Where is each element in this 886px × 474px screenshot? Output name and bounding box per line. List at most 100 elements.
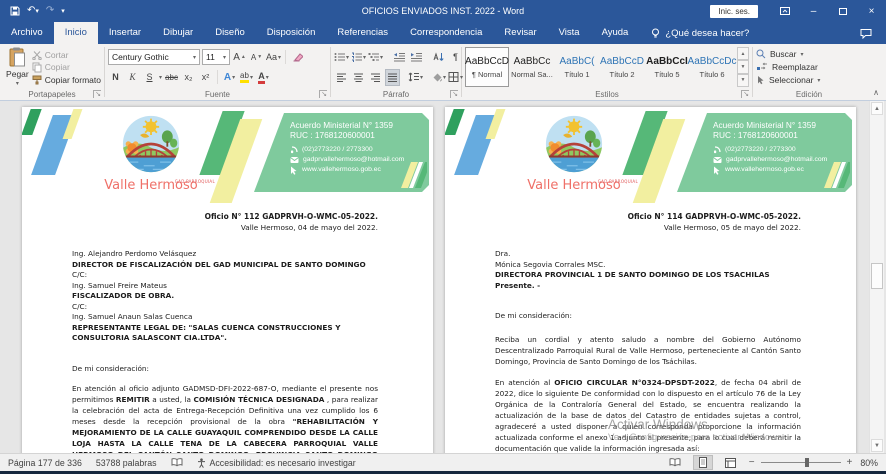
acuerdo-line: Acuerdo Ministerial N° 1359 — [290, 120, 423, 130]
indent-icon — [410, 52, 422, 62]
undo-icon[interactable]: ↶▾ — [27, 6, 39, 16]
multilevel-list-button[interactable]: ▾ — [368, 49, 383, 66]
format-painter-icon — [32, 75, 42, 85]
redo-icon[interactable]: ↷ — [46, 6, 54, 16]
ribbon-tab[interactable]: Diseño — [204, 22, 256, 44]
format-painter-button[interactable]: Copiar formato — [32, 75, 101, 85]
change-case-button[interactable]: Aa▾ — [266, 49, 281, 66]
document-page-left[interactable]: Valle HermosoGAD PARROQUIAL Acuerdo Mini… — [22, 107, 433, 453]
ribbon-tab[interactable]: Insertar — [98, 22, 152, 44]
close-button[interactable]: × — [857, 0, 886, 22]
font-size-combo[interactable]: 11▾ — [202, 49, 230, 65]
zoom-slider[interactable] — [761, 462, 841, 463]
word-count-status[interactable]: 53788 palabras — [96, 458, 157, 468]
select-button[interactable]: Seleccionar▾ — [756, 75, 862, 85]
ribbon-tab[interactable]: Referencias — [326, 22, 399, 44]
page-number-status[interactable]: Página 177 de 336 — [8, 458, 82, 468]
align-left-button[interactable] — [334, 69, 349, 86]
paragraph-dialog-launcher[interactable]: ↘ — [450, 90, 458, 98]
clear-formatting-button[interactable] — [290, 49, 305, 66]
bullets-button[interactable]: ▾ — [334, 49, 349, 66]
font-color-button[interactable]: A▾ — [256, 69, 271, 86]
sign-in-button[interactable]: Inic. ses. — [710, 5, 758, 18]
bold-button[interactable]: N — [108, 69, 123, 86]
ribbon-tab[interactable]: Vista — [548, 22, 591, 44]
style-card[interactable]: AaBbCc Normal Sa... — [510, 47, 554, 87]
grow-font-button[interactable]: A▲ — [232, 49, 247, 66]
minimize-button[interactable]: – — [799, 0, 828, 22]
zoom-slider-thumb[interactable] — [805, 458, 809, 467]
zoom-level[interactable]: 80% — [860, 458, 878, 468]
line-spacing-button[interactable]: ▾ — [408, 69, 423, 86]
italic-button[interactable]: K — [125, 69, 140, 86]
clipboard-dialog-launcher[interactable]: ↘ — [93, 90, 101, 98]
print-layout-button[interactable] — [693, 455, 713, 470]
styles-scroll-up[interactable]: ▲ — [737, 47, 749, 60]
show-paragraph-marks-button[interactable]: ¶ — [448, 49, 463, 66]
proofing-status[interactable] — [171, 458, 183, 467]
scrollbar-thumb[interactable] — [871, 263, 883, 289]
oficio-number: Oficio N° 114 GADPRVH-O-WMC-05-2022. — [495, 211, 801, 222]
customize-qat-icon[interactable]: ▾ — [61, 6, 65, 16]
ribbon-tab[interactable]: Inicio — [54, 22, 98, 44]
ribbon-tab[interactable]: Ayuda — [591, 22, 640, 44]
web-layout-button[interactable] — [721, 455, 741, 470]
underline-button[interactable]: S — [142, 69, 157, 86]
feedback-icon[interactable] — [860, 22, 886, 44]
highlight-button[interactable]: ab▾ — [239, 69, 254, 86]
strikethrough-button[interactable]: abc — [164, 69, 179, 86]
replace-button[interactable]: Reemplazar — [756, 62, 862, 72]
accessibility-status[interactable]: Accesibilidad: es necesario investigar — [197, 458, 356, 468]
style-card[interactable]: AaBbCcD Título 2 — [600, 47, 644, 87]
title-bar: ↶▾ ↷ ▾ OFICIOS ENVIADOS INST. 2022 - Wor… — [0, 0, 886, 22]
scroll-down-arrow[interactable]: ▼ — [871, 439, 883, 452]
justify-button[interactable] — [385, 69, 400, 86]
maximize-button[interactable] — [828, 0, 857, 22]
style-card[interactable]: AaBbCcDc Título 6 — [690, 47, 734, 87]
ribbon-display-options-icon[interactable] — [770, 0, 799, 22]
decrease-indent-button[interactable] — [391, 49, 406, 66]
subscript-button[interactable]: x₂ — [181, 69, 196, 86]
font-dialog-launcher[interactable]: ↘ — [319, 90, 327, 98]
styles-scroll-down[interactable]: ▼ — [737, 60, 749, 73]
document-page-right[interactable]: Valle HermosoGAD PARROQUIAL Acuerdo Mini… — [445, 107, 856, 453]
ribbon-tab[interactable]: Disposición — [256, 22, 327, 44]
vertical-scrollbar[interactable]: ▲ ▼ — [869, 101, 884, 453]
find-button[interactable]: Buscar▾ — [756, 49, 862, 59]
superscript-button[interactable]: x² — [198, 69, 213, 86]
font-name-combo[interactable]: Century Gothic▾ — [108, 49, 200, 65]
sort-button[interactable] — [431, 49, 446, 66]
styles-more-button[interactable]: ▼ — [737, 74, 749, 87]
accent-stripes — [816, 162, 850, 188]
style-card[interactable]: AaBbC( Título 1 — [555, 47, 599, 87]
ribbon-tab[interactable]: Revisar — [493, 22, 547, 44]
shading-button[interactable]: ▾ — [431, 69, 446, 86]
style-card[interactable]: AaBbCcD ¶ Normal — [465, 47, 509, 87]
text-effects-button[interactable]: A▾ — [222, 69, 237, 86]
email-address: gadprvallehermoso@hotmail.com — [303, 155, 404, 165]
ribbon-tab[interactable]: Correspondencia — [399, 22, 493, 44]
outdent-icon — [393, 52, 405, 62]
recipient-line: C/C: — [72, 270, 378, 281]
ribbon-tab[interactable]: Dibujar — [152, 22, 204, 44]
ribbon-tab[interactable]: Archivo — [0, 22, 54, 44]
increase-indent-button[interactable] — [408, 49, 423, 66]
zoom-in-button[interactable]: + — [847, 457, 853, 468]
cut-button[interactable]: Cortar — [32, 50, 101, 60]
read-mode-button[interactable] — [665, 455, 685, 470]
numbering-button[interactable]: ▾ — [351, 49, 366, 66]
style-card[interactable]: AaBbCcI Título 5 — [645, 47, 689, 87]
align-center-button[interactable] — [351, 69, 366, 86]
copy-button[interactable]: Copiar — [32, 62, 101, 73]
paste-button[interactable]: Pegar ▾ — [3, 47, 32, 87]
collapse-ribbon-icon[interactable]: ∧ — [873, 88, 879, 97]
shrink-font-button[interactable]: A▼ — [249, 49, 264, 66]
save-icon[interactable] — [10, 6, 20, 16]
zoom-out-button[interactable]: − — [749, 457, 755, 468]
style-sample: AaBbCc — [514, 56, 551, 68]
align-right-button[interactable] — [368, 69, 383, 86]
styles-dialog-launcher[interactable]: ↘ — [741, 90, 749, 98]
tell-me-search[interactable]: ¿Qué desea hacer? — [639, 22, 761, 44]
scroll-up-arrow[interactable]: ▲ — [871, 102, 883, 115]
borders-button[interactable]: ▾ — [448, 69, 463, 86]
